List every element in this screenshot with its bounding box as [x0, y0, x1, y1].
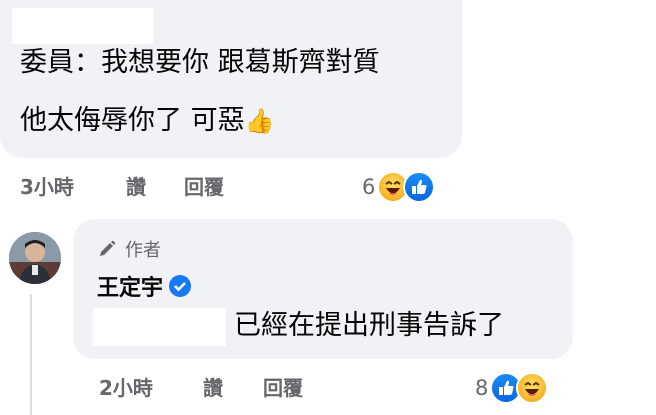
verified-badge-icon: [169, 275, 192, 297]
reaction-count: 8: [475, 376, 489, 400]
author-badge-label: 作者: [125, 240, 161, 261]
like-button[interactable]: 讚: [126, 175, 146, 199]
author-name[interactable]: 王定宇: [97, 270, 163, 302]
reaction-summary[interactable]: 6: [362, 170, 436, 204]
reply-thread-line: [30, 294, 32, 415]
reaction-summary[interactable]: 8: [475, 371, 549, 405]
comment-meta-row: 3小時 讚 回覆: [20, 175, 280, 201]
author-avatar[interactable]: [9, 232, 61, 284]
like-button[interactable]: 讚: [203, 376, 223, 400]
comment-text-line-1: 委員：我想要你 跟葛斯齊對質: [20, 47, 380, 78]
comment-timestamp[interactable]: 3小時: [20, 175, 74, 199]
reply-timestamp[interactable]: 2小時: [99, 376, 153, 400]
author-badge: 作者: [97, 236, 161, 262]
redacted-mention: [93, 308, 226, 346]
reply-button[interactable]: 回覆: [263, 376, 303, 400]
reply-button[interactable]: 回覆: [184, 175, 224, 199]
comment-text-line-2: 他太侮辱你了 可惡👍: [20, 105, 275, 136]
redacted-commenter-name: [12, 8, 153, 44]
reply-meta-row: 2小時 讚 回覆: [99, 376, 359, 402]
thumbs-up-emoji: 👍: [244, 107, 275, 135]
author-name-row: 王定宇: [97, 270, 192, 302]
reply-text: 已經在提出刑事告訴了: [234, 310, 504, 341]
haha-icon: [516, 372, 549, 404]
pencil-icon: [100, 240, 116, 256]
reaction-count: 6: [362, 175, 376, 199]
like-icon: [403, 171, 436, 203]
